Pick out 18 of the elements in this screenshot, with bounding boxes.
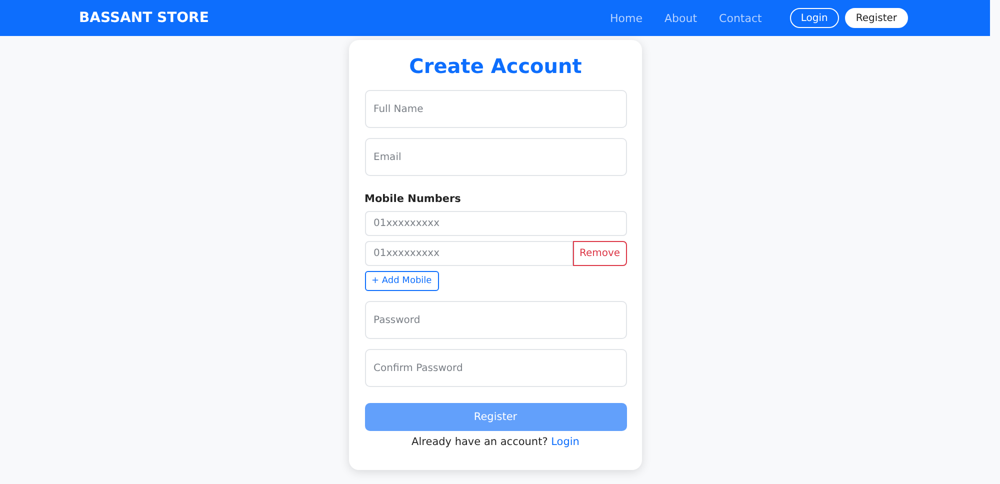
add-mobile-button[interactable]: + Add Mobile xyxy=(364,271,439,291)
nav-link[interactable]: Home xyxy=(610,12,643,24)
login-link[interactable]: Login xyxy=(551,436,580,448)
mobile-field[interactable]: 01xxxxxxxxx xyxy=(364,241,572,266)
input-field[interactable]: Full Name xyxy=(364,90,626,128)
input-field[interactable]: Confirm Password xyxy=(364,349,626,387)
mobile-field[interactable]: 01xxxxxxxxx xyxy=(364,211,626,236)
brand-name[interactable]: BASSANT STORE xyxy=(79,10,610,26)
login-prompt: Already have an account? Login xyxy=(410,436,580,448)
login-button[interactable]: Login xyxy=(790,8,839,28)
remove-button[interactable]: Remove xyxy=(572,241,626,266)
nav-link[interactable]: About xyxy=(664,12,698,24)
input-field[interactable]: Email xyxy=(364,138,626,176)
form-title: Create Account xyxy=(408,54,583,78)
register-button[interactable]: Register xyxy=(844,8,908,28)
section-label: Mobile Numbers xyxy=(364,193,462,205)
input-field[interactable]: Password xyxy=(364,301,626,339)
nav-link[interactable]: Contact xyxy=(719,12,762,24)
